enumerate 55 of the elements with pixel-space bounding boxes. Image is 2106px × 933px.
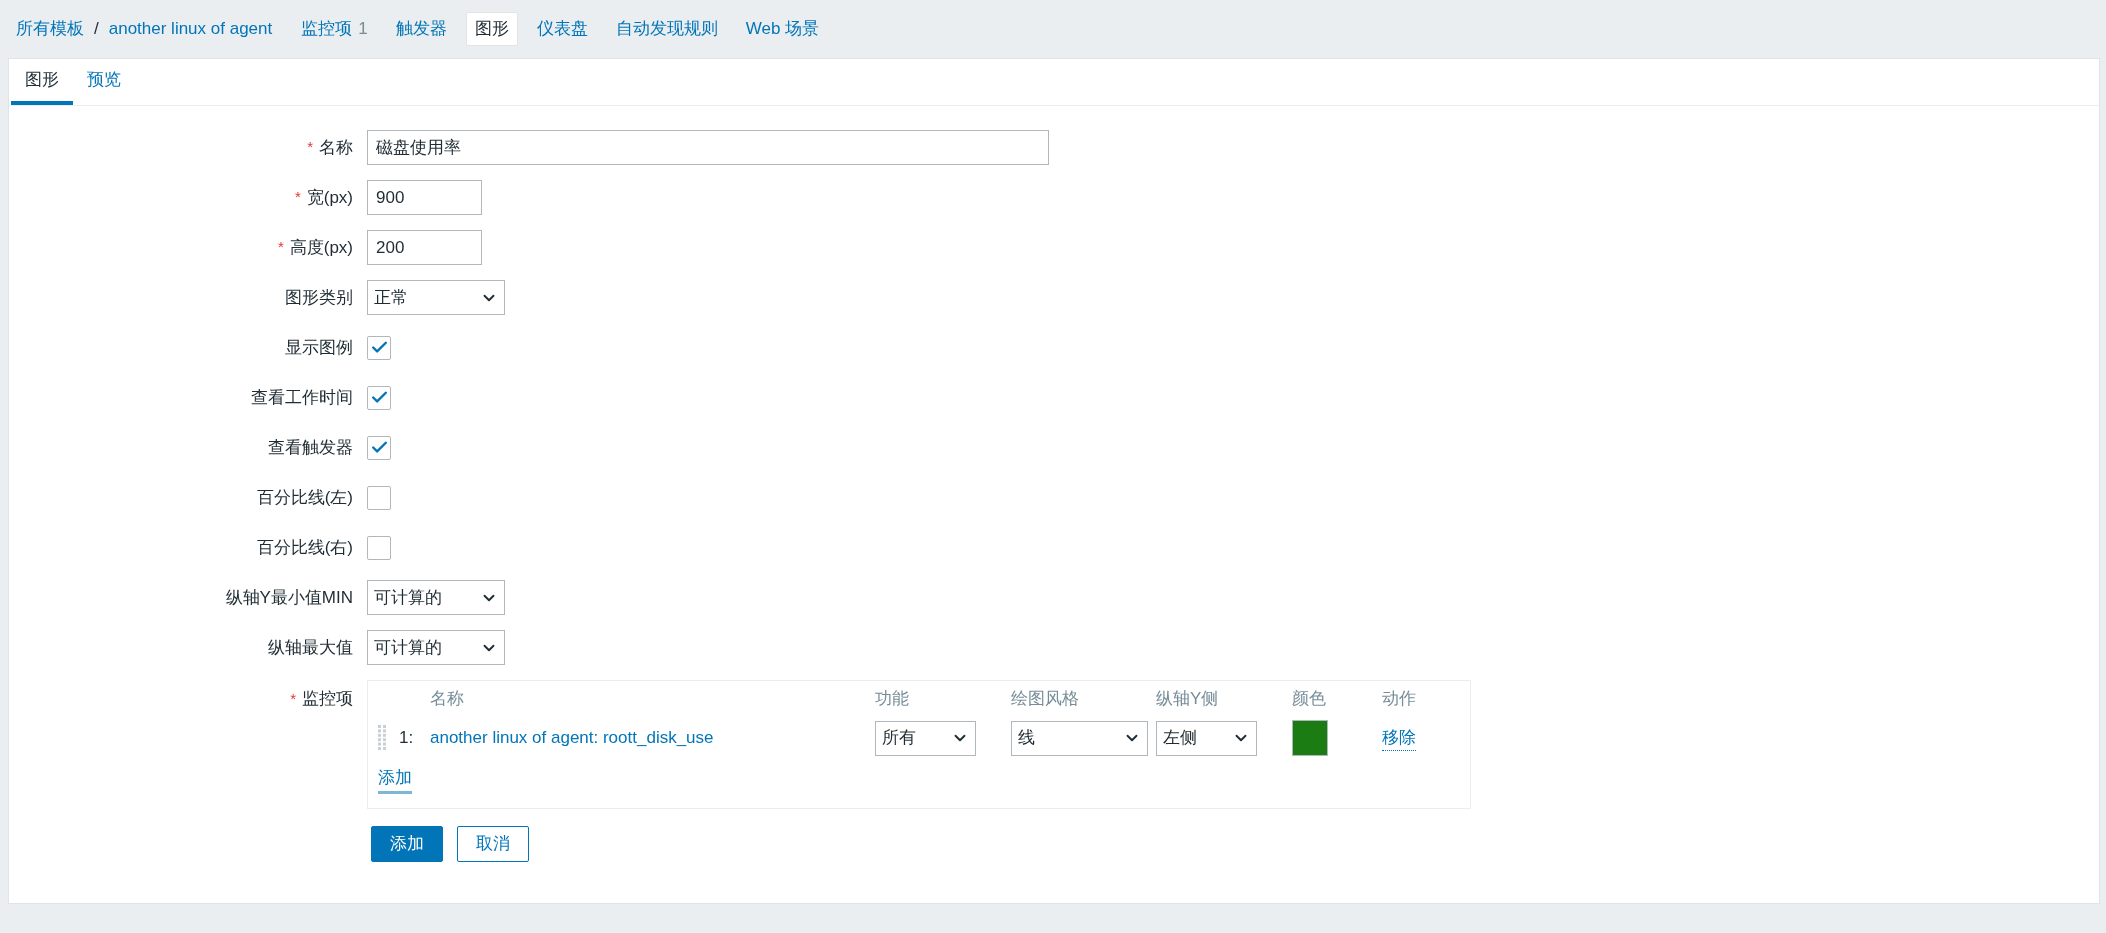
submit-button[interactable]: 添加 [371, 825, 443, 862]
breadcrumb-link[interactable]: 所有模板 [16, 16, 84, 42]
item-link[interactable]: another linux of agent: roott_disk_use [430, 725, 875, 751]
column-header: 纵轴Y侧 [1156, 688, 1219, 711]
text-field[interactable]: 磁盘使用率 [367, 130, 1049, 165]
column-header: 功能 [875, 688, 909, 711]
text-field[interactable]: 200 [367, 230, 482, 265]
column-header: 绘图风格 [1011, 688, 1079, 711]
column-header: 名称 [430, 688, 464, 711]
field-label: 纵轴Y最小值MIN [225, 586, 353, 609]
field-label: 查看触发器 [268, 436, 353, 459]
checkbox[interactable] [367, 535, 391, 560]
checkbox[interactable] [367, 435, 391, 460]
add-link[interactable]: 添加 [378, 765, 412, 794]
dropdown-select[interactable]: 可计算的 [367, 630, 505, 665]
required-asterisk: * [290, 688, 296, 709]
field-label: 高度(px) [289, 236, 353, 259]
nav-tab[interactable]: 触发器 [386, 12, 456, 46]
field-label: 宽(px) [306, 186, 353, 209]
field-label: 百分比线(右) [256, 536, 353, 559]
text-field[interactable]: 900 [367, 180, 482, 215]
color-swatch[interactable] [1292, 720, 1328, 756]
tab[interactable]: 图形 [11, 59, 73, 105]
field-label: 百分比线(左) [256, 486, 353, 509]
breadcrumb-separator: / [94, 18, 99, 41]
function-select[interactable]: 所有 [875, 720, 976, 756]
field-label: 纵轴最大值 [268, 636, 353, 659]
field-label: 图形类别 [285, 286, 353, 309]
required-asterisk: * [277, 237, 284, 258]
checkbox[interactable] [367, 485, 391, 510]
field-label: 查看工作时间 [251, 386, 353, 409]
y-axis-select[interactable]: 左侧 [1156, 720, 1257, 756]
column-header: 动作 [1382, 688, 1416, 711]
field-label: 显示图例 [285, 336, 353, 359]
required-asterisk: * [294, 187, 301, 208]
cancel-button[interactable]: 取消 [457, 825, 529, 862]
dropdown-select[interactable]: 可计算的 [367, 580, 505, 615]
nav-tab[interactable]: 监控项 1 [292, 12, 377, 46]
nav-tab[interactable]: Web 场景 [736, 12, 829, 46]
checkbox[interactable] [367, 385, 391, 410]
column-header: 颜色 [1292, 688, 1326, 711]
field-label: 监控项 [302, 688, 353, 710]
field-label: 名称 [319, 136, 353, 159]
dropdown-select[interactable]: 正常 [367, 280, 505, 315]
tab[interactable]: 预览 [73, 59, 135, 105]
row-index: 1: [399, 727, 414, 750]
required-asterisk: * [307, 137, 313, 158]
nav-tab[interactable]: 自动发现规则 [606, 12, 727, 46]
checkbox[interactable] [367, 335, 391, 360]
drag-handle-icon[interactable] [378, 725, 387, 751]
breadcrumb-link[interactable]: another linux of agent [108, 16, 273, 42]
remove-link[interactable]: 移除 [1382, 724, 1416, 752]
nav-tab[interactable]: 图形 [465, 12, 518, 46]
nav-tab[interactable]: 仪表盘 [527, 12, 597, 46]
draw-style-select[interactable]: 线 [1011, 720, 1148, 756]
